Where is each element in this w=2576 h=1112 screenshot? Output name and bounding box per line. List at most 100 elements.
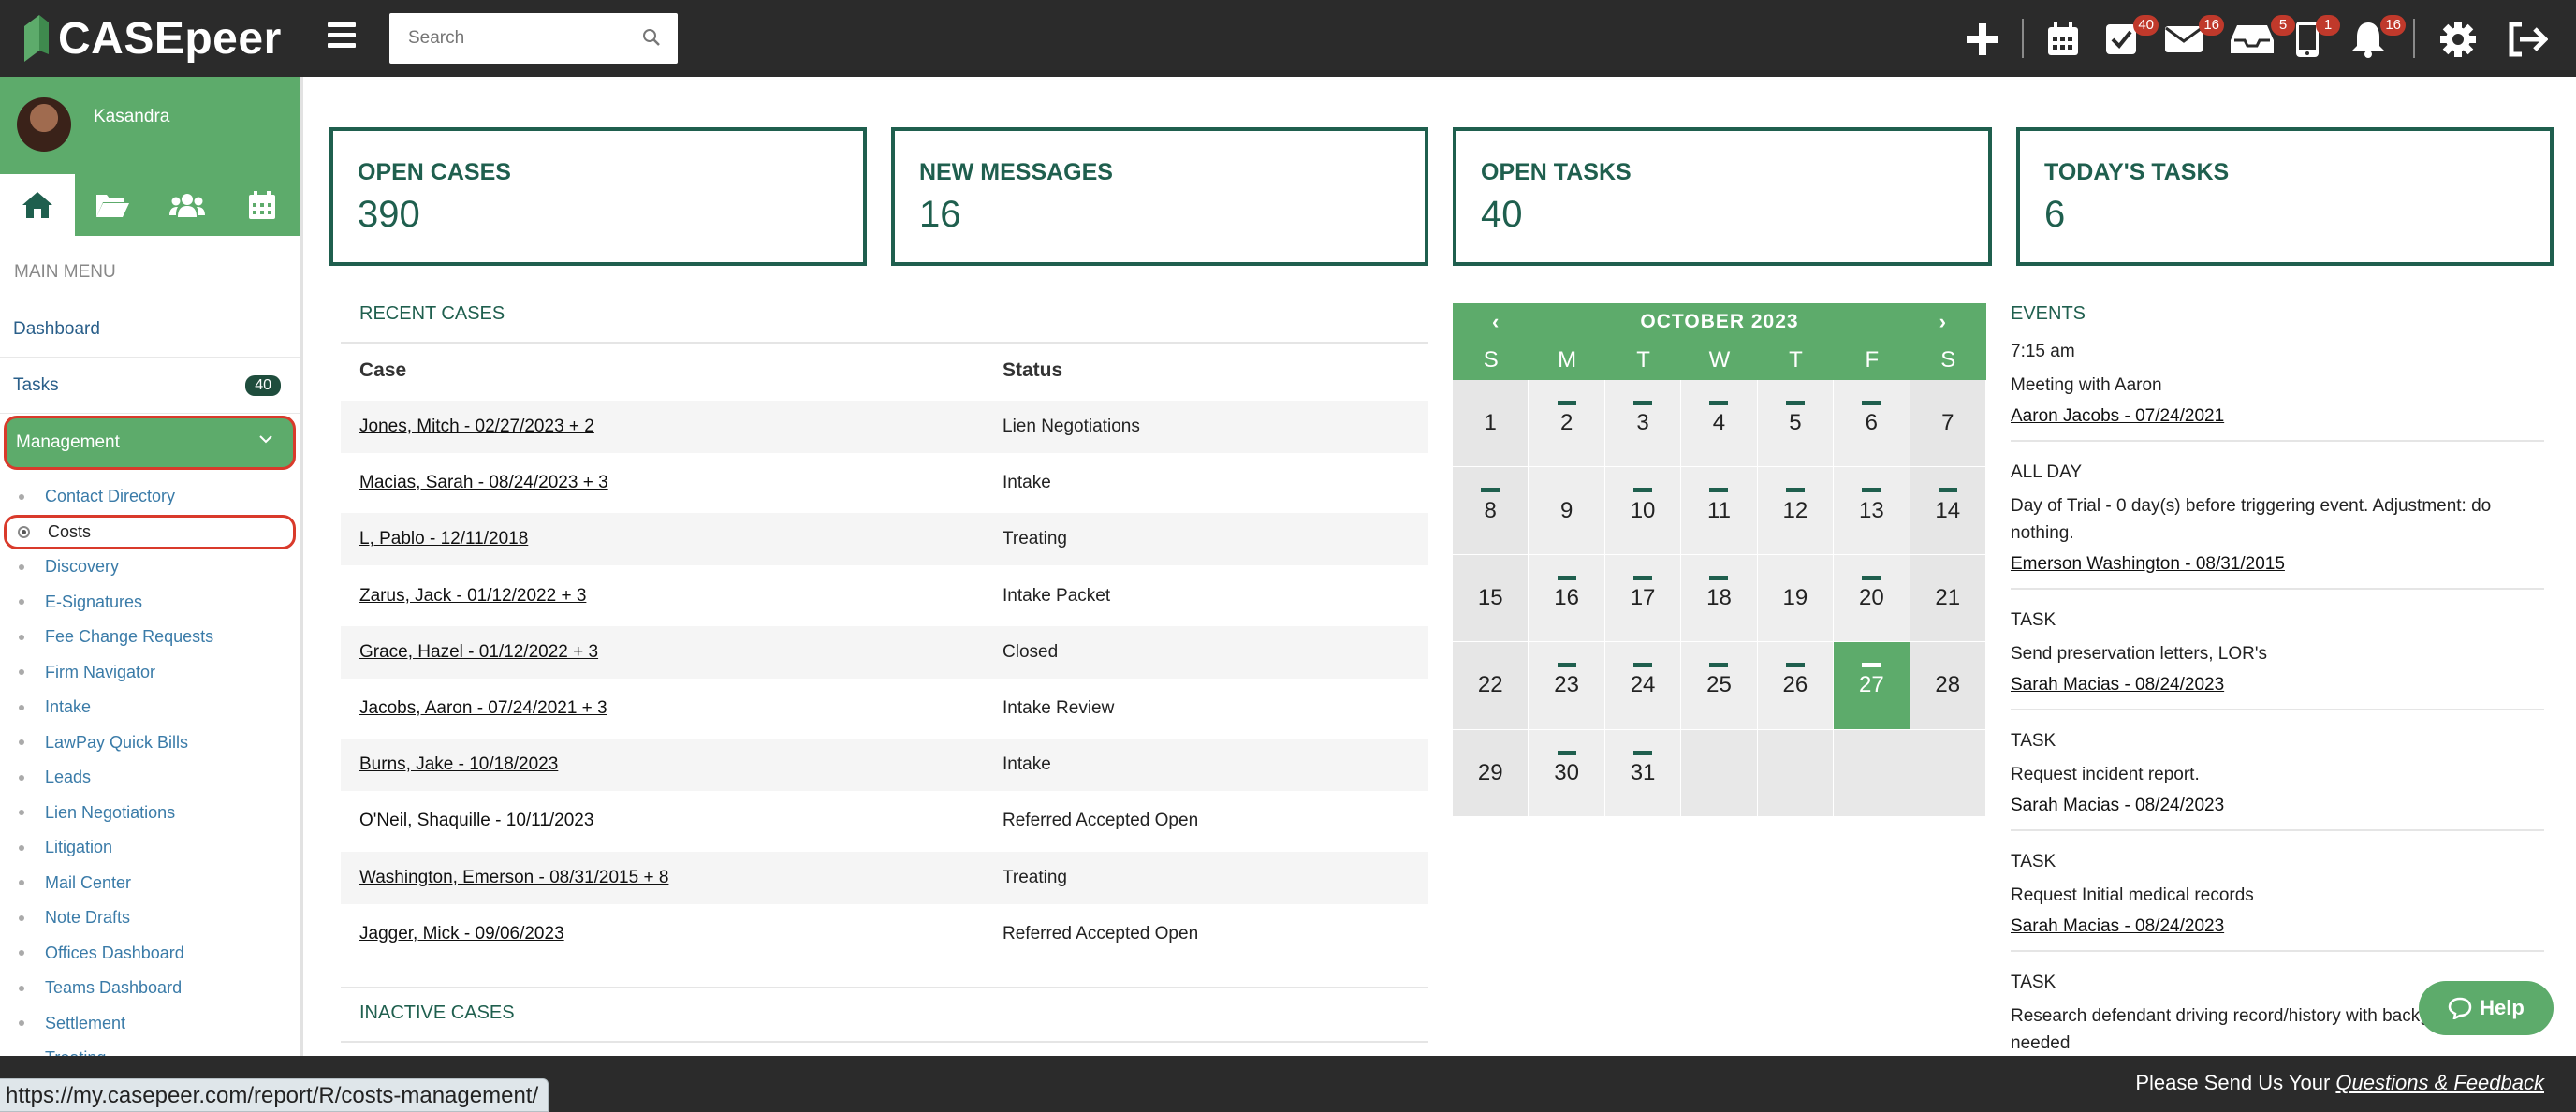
calendar-day[interactable]: 10	[1604, 467, 1682, 555]
prev-month-icon[interactable]: ‹	[1492, 310, 1500, 334]
sidebar-subitem-lien-negotiations[interactable]: Lien Negotiations	[0, 796, 300, 831]
search-icon[interactable]	[642, 28, 661, 47]
messages-envelope-icon[interactable]: 16	[2164, 15, 2224, 58]
case-link[interactable]: L, Pablo - 12/11/2018	[359, 529, 528, 549]
calendar-day[interactable]: 3	[1604, 380, 1682, 468]
calendar-day[interactable]: 29	[1453, 729, 1530, 817]
sidebar-subitem-discovery[interactable]: Discovery	[0, 549, 300, 585]
case-link[interactable]: Jacobs, Aaron - 07/24/2021 + 3	[359, 698, 607, 719]
calendar-day[interactable]: 16	[1529, 554, 1605, 643]
calendar-day[interactable]: 1	[1453, 380, 1530, 468]
home-icon[interactable]	[0, 174, 75, 236]
sidebar-item-tasks[interactable]: Tasks 40	[0, 358, 300, 414]
calendar-icon[interactable]	[225, 174, 300, 236]
calendar-icon[interactable]	[2046, 21, 2080, 58]
calendar-day[interactable]: 18	[1681, 554, 1758, 643]
calendar-day[interactable]: 19	[1757, 554, 1835, 643]
event-case-link[interactable]: Sarah Macias - 08/24/2023	[2011, 675, 2224, 695]
sidebar-subitem-contact-directory[interactable]: Contact Directory	[0, 479, 300, 515]
todays-tasks-card[interactable]: TODAY'S TASKS 6	[2016, 127, 2554, 266]
open-tasks-card[interactable]: OPEN TASKS 40	[1453, 127, 1992, 266]
event-item: TASK Request Initial medical records Sarah…	[2011, 852, 2544, 952]
calendar-day[interactable]: 9	[1529, 467, 1605, 555]
calendar-day[interactable]: 28	[1910, 642, 1986, 730]
sidebar-subitem-intake[interactable]: Intake	[0, 690, 300, 725]
calendar-day[interactable]: 30	[1529, 729, 1605, 817]
event-case-link[interactable]: Emerson Washington - 08/31/2015	[2011, 554, 2285, 574]
calendar-day[interactable]: 23	[1529, 642, 1605, 730]
calendar-day-number: 20	[1858, 584, 1884, 610]
sidebar-subitem-mail-center[interactable]: Mail Center	[0, 866, 300, 901]
new-messages-card[interactable]: NEW MESSAGES 16	[891, 127, 1428, 266]
casepeer-logo[interactable]: CASEpeer	[21, 7, 282, 69]
sidebar-subitem-settlement[interactable]: Settlement	[0, 1006, 300, 1042]
help-button[interactable]: Help	[2419, 981, 2554, 1035]
calendar-day[interactable]: 12	[1757, 467, 1835, 555]
calendar-day-number: 22	[1477, 672, 1503, 698]
phone-icon[interactable]: 1	[2295, 15, 2340, 58]
tasks-check-icon[interactable]: 40	[2104, 15, 2159, 58]
calendar-day[interactable]: 6	[1834, 380, 1910, 468]
menu-toggle-icon[interactable]	[328, 22, 356, 52]
calendar-day[interactable]: 17	[1604, 554, 1682, 643]
event-marker-icon	[1938, 488, 1957, 493]
case-link[interactable]: Burns, Jake - 10/18/2023	[359, 754, 558, 775]
open-cases-card[interactable]: OPEN CASES 390	[329, 127, 867, 266]
sidebar-subitem-lawpay-quick-bills[interactable]: LawPay Quick Bills	[0, 725, 300, 761]
bullet-icon	[19, 739, 24, 746]
case-link[interactable]: O'Neil, Shaquille - 10/11/2023	[359, 811, 593, 831]
bullet-icon	[19, 634, 24, 640]
case-link[interactable]: Jones, Mitch - 02/27/2023 + 2	[359, 417, 594, 437]
case-link[interactable]: Jagger, Mick - 09/06/2023	[359, 924, 564, 944]
case-status: Intake	[1003, 754, 1051, 775]
calendar-day[interactable]: 5	[1757, 380, 1835, 468]
sidebar-subitem-offices-dashboard[interactable]: Offices Dashboard	[0, 936, 300, 972]
calendar-day[interactable]: 13	[1834, 467, 1910, 555]
users-group-icon[interactable]	[150, 174, 225, 236]
event-case-link[interactable]: Aaron Jacobs - 07/24/2021	[2011, 406, 2224, 426]
sidebar-subitem-firm-navigator[interactable]: Firm Navigator	[0, 655, 300, 691]
event-case-link[interactable]: Sarah Macias - 08/24/2023	[2011, 916, 2224, 936]
case-link[interactable]: Washington, Emerson - 08/31/2015 + 8	[359, 868, 668, 888]
case-link[interactable]: Zarus, Jack - 01/12/2022 + 3	[359, 586, 586, 607]
feedback-link[interactable]: Questions & Feedback	[2335, 1071, 2544, 1094]
sidebar-subitem-teams-dashboard[interactable]: Teams Dashboard	[0, 971, 300, 1006]
inbox-tray-icon[interactable]: 5	[2230, 15, 2295, 58]
sidebar-item-management[interactable]: Management	[4, 416, 296, 470]
calendar-day[interactable]: 15	[1453, 554, 1530, 643]
sidebar-subitem-note-drafts[interactable]: Note Drafts	[0, 900, 300, 936]
avatar[interactable]	[17, 97, 71, 152]
case-link[interactable]: Macias, Sarah - 08/24/2023 + 3	[359, 473, 608, 493]
calendar-day[interactable]: 8	[1453, 467, 1530, 555]
calendar-day[interactable]: 26	[1757, 642, 1835, 730]
sidebar-item-dashboard[interactable]: Dashboard	[0, 301, 300, 358]
event-marker-icon	[1785, 401, 1805, 405]
notifications-bell-icon[interactable]: 16	[2351, 15, 2406, 58]
case-link[interactable]: Grace, Hazel - 01/12/2022 + 3	[359, 642, 598, 663]
calendar-day[interactable]: 24	[1604, 642, 1682, 730]
next-month-icon[interactable]: ›	[1939, 310, 1947, 334]
calendar-day[interactable]: 31	[1604, 729, 1682, 817]
sidebar-subitem-fee-change-requests[interactable]: Fee Change Requests	[0, 620, 300, 655]
logout-icon[interactable]	[2507, 21, 2548, 58]
folder-open-icon[interactable]	[75, 174, 150, 236]
sidebar-subitem-treating[interactable]: Treating	[0, 1041, 300, 1056]
calendar-day[interactable]: 25	[1681, 642, 1758, 730]
calendar-day[interactable]: 21	[1910, 554, 1986, 643]
sidebar-subitem-litigation[interactable]: Litigation	[0, 830, 300, 866]
calendar-day[interactable]: 4	[1681, 380, 1758, 468]
search-input[interactable]	[389, 13, 623, 64]
add-icon[interactable]	[1964, 21, 2001, 58]
calendar-day[interactable]: 22	[1453, 642, 1530, 730]
calendar-day[interactable]: 14	[1910, 467, 1986, 555]
sidebar-subitem-e-signatures[interactable]: E-Signatures	[0, 585, 300, 621]
calendar-day[interactable]: 2	[1529, 380, 1605, 468]
settings-gear-icon[interactable]	[2439, 21, 2477, 58]
sidebar-subitem-costs[interactable]: Costs	[4, 514, 296, 549]
event-case-link[interactable]: Sarah Macias - 08/24/2023	[2011, 796, 2224, 815]
calendar-day[interactable]: 11	[1681, 467, 1758, 555]
calendar-day[interactable]: 7	[1910, 380, 1986, 468]
calendar-day[interactable]: 20	[1834, 554, 1910, 643]
calendar-day[interactable]: 27	[1834, 642, 1910, 730]
sidebar-subitem-leads[interactable]: Leads	[0, 760, 300, 796]
